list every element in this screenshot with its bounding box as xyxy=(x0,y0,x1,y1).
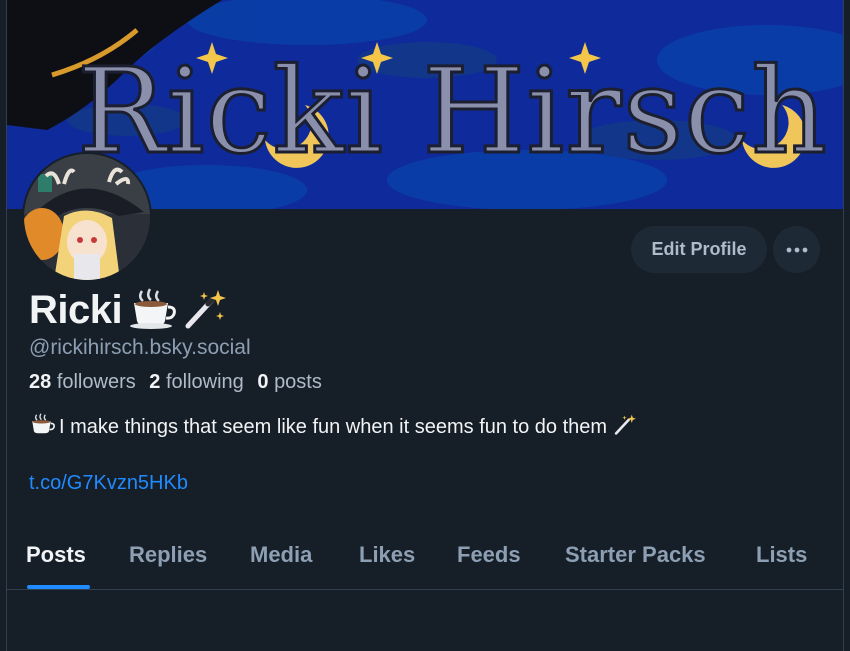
following-label: following xyxy=(165,371,244,393)
profile-frame: Ricki Hirsch Edit Profile Ricki @rickihi… xyxy=(6,0,844,651)
followers-link[interactable]: 28 followers xyxy=(29,371,136,393)
edit-profile-button[interactable]: Edit Profile xyxy=(631,226,767,273)
tab-starter-packs[interactable]: Starter Packs xyxy=(565,542,706,568)
active-tab-indicator xyxy=(27,585,90,589)
coffee-emoji-icon xyxy=(29,412,55,442)
followers-count: 28 xyxy=(29,371,52,393)
tab-lists[interactable]: Lists xyxy=(756,542,807,568)
banner-title: Ricki Hirsch xyxy=(75,42,829,180)
tab-media[interactable]: Media xyxy=(250,542,312,568)
profile-link[interactable]: t.co/G7Kvzn5HKb xyxy=(29,472,188,495)
profile-stats: 28 followers 2 following 0 posts xyxy=(29,371,322,394)
display-name: Ricki xyxy=(29,288,123,332)
magic-wand-icon xyxy=(182,286,228,335)
followers-label: followers xyxy=(56,371,136,393)
tab-likes[interactable]: Likes xyxy=(359,542,415,568)
following-count: 2 xyxy=(149,371,161,393)
posts-label: posts xyxy=(274,371,322,393)
profile-handle: @rickihirsch.bsky.social xyxy=(29,336,251,359)
avatar[interactable] xyxy=(22,152,152,282)
tab-posts[interactable]: Posts xyxy=(26,542,86,568)
ellipsis-icon xyxy=(786,247,807,252)
tab-replies[interactable]: Replies xyxy=(129,542,207,568)
following-link[interactable]: 2 following xyxy=(149,371,244,393)
tab-feeds[interactable]: Feeds xyxy=(457,542,521,568)
profile-bio: I make things that seem like fun when it… xyxy=(29,412,637,442)
posts-count-group: 0 posts xyxy=(257,371,322,393)
coffee-emoji-icon xyxy=(128,287,176,334)
display-name-row: Ricki xyxy=(29,286,228,335)
bio-text: I make things that seem like fun when it… xyxy=(59,415,608,438)
avatar-image xyxy=(24,154,150,280)
profile-tabs: Posts Replies Media Likes Feeds Starter … xyxy=(7,530,843,590)
magic-wand-icon xyxy=(613,412,637,442)
more-options-button[interactable] xyxy=(773,226,820,273)
posts-count: 0 xyxy=(257,371,269,393)
